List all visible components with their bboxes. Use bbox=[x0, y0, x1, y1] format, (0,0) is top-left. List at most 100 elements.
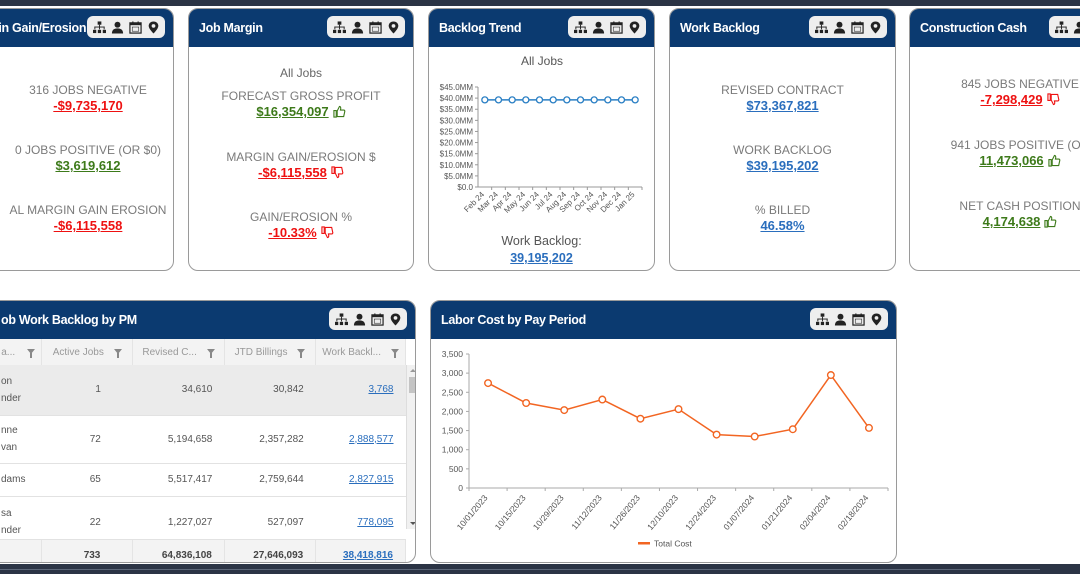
kpi-value[interactable]: -10.33% bbox=[268, 225, 316, 240]
data-point[interactable] bbox=[636, 414, 645, 423]
org-chart-icon[interactable] bbox=[334, 312, 348, 326]
card-title: gin Gain/Erosion bbox=[0, 21, 87, 35]
location-pin-icon[interactable] bbox=[386, 20, 400, 34]
org-chart-icon[interactable] bbox=[815, 312, 829, 326]
person-icon[interactable] bbox=[1072, 20, 1080, 34]
column-header-jtd-billings[interactable]: JTD Billings bbox=[224, 339, 317, 365]
data-point[interactable] bbox=[604, 96, 612, 104]
data-point[interactable] bbox=[576, 96, 585, 104]
data-point[interactable] bbox=[560, 406, 569, 415]
labor-cost-chart: 0 500 1,000 1,500 2,000 2,500 3,000 3,500 10/01/… bbox=[442, 349, 889, 549]
calendar-icon[interactable] bbox=[370, 312, 384, 326]
kpi-value[interactable]: -$6,115,558 bbox=[54, 218, 123, 233]
data-point[interactable] bbox=[598, 395, 607, 404]
data-point[interactable] bbox=[508, 96, 516, 104]
data-point[interactable] bbox=[617, 96, 626, 104]
org-chart-icon[interactable] bbox=[814, 20, 828, 34]
calendar-icon[interactable] bbox=[128, 20, 142, 34]
scroll-down-arrow[interactable] bbox=[410, 522, 415, 525]
location-pin-icon[interactable] bbox=[388, 312, 402, 326]
work-backlog-link[interactable]: 2,888,577 bbox=[349, 434, 394, 445]
table-row[interactable]: sa nder 22 1,227,027 527,097 778,095 bbox=[0, 496, 406, 540]
location-pin-icon[interactable] bbox=[146, 20, 160, 34]
calendar-icon[interactable] bbox=[609, 20, 623, 34]
work-backlog-cell: 2,888,577 bbox=[315, 415, 406, 464]
table-row[interactable]: nne van 72 5,194,658 2,357,282 2,888,577 bbox=[0, 415, 406, 464]
data-point[interactable] bbox=[826, 371, 835, 380]
bottom-window-bar bbox=[0, 564, 1080, 574]
table-row[interactable]: on nder 1 34,610 30,842 3,768 bbox=[0, 365, 406, 416]
table-vertical-scrollbar[interactable] bbox=[406, 365, 415, 529]
card-title: Work Backlog bbox=[680, 21, 760, 35]
data-point[interactable] bbox=[481, 96, 489, 104]
data-point[interactable] bbox=[522, 399, 531, 408]
data-point[interactable] bbox=[522, 96, 530, 104]
filter-icon[interactable] bbox=[390, 348, 399, 358]
kpi-value[interactable]: -$6,115,558 bbox=[258, 165, 327, 180]
kpi-label: % BILLED bbox=[754, 203, 811, 217]
person-icon[interactable] bbox=[110, 20, 124, 34]
person-icon[interactable] bbox=[591, 20, 605, 34]
card-header: Work Backlog bbox=[670, 9, 895, 47]
person-icon[interactable] bbox=[832, 20, 846, 34]
calendar-icon[interactable] bbox=[851, 312, 865, 326]
kpi-value[interactable]: 46.58% bbox=[760, 218, 804, 233]
calendar-icon[interactable] bbox=[368, 20, 382, 34]
top-window-bar bbox=[0, 0, 1080, 6]
pm-name-cell: on nder bbox=[0, 365, 42, 416]
kpi-value[interactable]: $39,195,202 bbox=[746, 158, 818, 173]
data-point[interactable] bbox=[563, 96, 571, 104]
work-backlog-link[interactable]: 3,768 bbox=[368, 384, 393, 395]
filter-icon[interactable] bbox=[206, 348, 215, 358]
work-backlog-link[interactable]: 778,095 bbox=[357, 517, 393, 528]
table-row[interactable]: dams 65 5,517,417 2,759,644 2,827,915 bbox=[0, 463, 406, 497]
column-header-revised-contract[interactable]: Revised C... bbox=[132, 339, 225, 365]
org-chart-icon[interactable] bbox=[332, 20, 346, 34]
location-pin-icon[interactable] bbox=[868, 20, 882, 34]
data-point[interactable] bbox=[674, 405, 683, 414]
data-point[interactable] bbox=[494, 96, 503, 104]
person-icon[interactable] bbox=[352, 312, 366, 326]
column-header-active-jobs[interactable]: Active Jobs bbox=[41, 339, 134, 365]
data-point[interactable] bbox=[864, 423, 873, 432]
total-work-backlog-link[interactable]: 38,418,816 bbox=[343, 550, 393, 561]
chart-legend[interactable]: Total Cost bbox=[638, 539, 692, 549]
x-tick-label: 10/29/2023 bbox=[531, 493, 566, 532]
kpi-value[interactable]: 4,174,638 bbox=[983, 214, 1041, 229]
y-tick-label: 500 bbox=[449, 464, 463, 474]
data-point[interactable] bbox=[484, 379, 493, 388]
scrollbar-thumb[interactable] bbox=[409, 377, 415, 393]
org-chart-icon[interactable] bbox=[92, 20, 106, 34]
active-jobs-cell: 22 bbox=[41, 496, 133, 540]
location-pin-icon[interactable] bbox=[869, 312, 883, 326]
kpi-value[interactable]: $16,354,097 bbox=[256, 104, 328, 119]
labor-cost-card: Labor Cost by Pay Period 0 500 1,000 1,500 2… bbox=[430, 300, 897, 563]
org-chart-icon[interactable] bbox=[573, 20, 587, 34]
data-point[interactable] bbox=[788, 425, 797, 434]
legend-label: Total Cost bbox=[654, 539, 692, 549]
data-point[interactable] bbox=[590, 96, 598, 104]
person-icon[interactable] bbox=[350, 20, 364, 34]
person-icon[interactable] bbox=[833, 312, 847, 326]
data-point[interactable] bbox=[712, 430, 721, 439]
data-point[interactable] bbox=[750, 432, 759, 441]
kpi-value[interactable]: $3,619,612 bbox=[55, 158, 120, 173]
data-point[interactable] bbox=[631, 96, 639, 104]
data-point[interactable] bbox=[549, 96, 557, 104]
column-header-work-backlog[interactable]: Work Backl... bbox=[315, 339, 406, 365]
scroll-up-arrow[interactable] bbox=[410, 369, 415, 372]
filter-icon[interactable] bbox=[297, 348, 306, 358]
org-chart-icon[interactable] bbox=[1054, 20, 1068, 34]
calendar-icon[interactable] bbox=[850, 20, 864, 34]
data-point[interactable] bbox=[535, 96, 544, 104]
kpi-value[interactable]: $73,367,821 bbox=[746, 98, 818, 113]
kpi-value[interactable]: 11,473,066 bbox=[979, 153, 1043, 168]
column-header-pm-name[interactable]: a... bbox=[0, 339, 43, 365]
filter-icon[interactable] bbox=[27, 348, 36, 358]
filter-icon[interactable] bbox=[113, 348, 122, 358]
location-pin-icon[interactable] bbox=[627, 20, 641, 34]
kpi-value[interactable]: -7,298,429 bbox=[980, 92, 1042, 107]
kpi-value[interactable]: -$9,735,170 bbox=[53, 98, 122, 113]
backlog-footer-value[interactable]: 39,195,202 bbox=[510, 251, 573, 265]
work-backlog-link[interactable]: 2,827,915 bbox=[349, 474, 394, 485]
